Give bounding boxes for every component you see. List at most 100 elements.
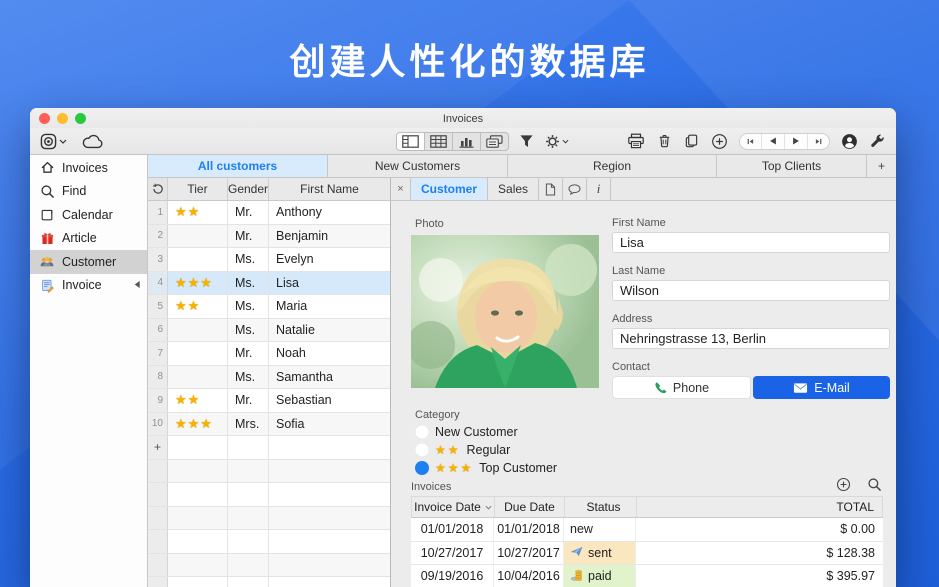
tier-cell[interactable]: ★★ xyxy=(168,389,228,412)
next-record-button[interactable] xyxy=(785,134,808,149)
first-record-button[interactable] xyxy=(740,134,762,149)
print-button[interactable] xyxy=(626,132,646,150)
settings-gear-button[interactable] xyxy=(544,133,570,150)
tier-cell[interactable] xyxy=(168,342,228,365)
previous-record-button[interactable] xyxy=(762,134,785,149)
add-invoice-button[interactable] xyxy=(835,476,852,493)
detail-tab-customer[interactable]: Customer xyxy=(411,178,488,200)
first-name-cell[interactable]: Samantha xyxy=(269,366,390,389)
form-view-button[interactable] xyxy=(397,133,425,150)
sidebar-item-invoices[interactable]: Invoices xyxy=(30,156,147,180)
close-window-button[interactable] xyxy=(39,113,50,124)
customer-row-sofia[interactable]: 10★★★Mrs.Sofia xyxy=(148,413,390,437)
first-name-cell[interactable]: Evelyn xyxy=(269,248,390,271)
customer-row-sebastian[interactable]: 9★★Mr.Sebastian xyxy=(148,389,390,413)
tier-cell[interactable] xyxy=(168,248,228,271)
view-tab-region[interactable]: Region xyxy=(508,155,717,177)
customer-row-lisa[interactable]: 4★★★Ms.Lisa xyxy=(148,272,390,296)
tier-cell[interactable] xyxy=(168,366,228,389)
customer-row-natalie[interactable]: 6Ms.Natalie xyxy=(148,319,390,343)
category-option-new-customer[interactable]: New Customer xyxy=(415,423,557,441)
column-header-tier[interactable]: Tier xyxy=(168,178,228,200)
first-name-cell[interactable]: Lisa xyxy=(269,272,390,295)
invoice-column-header-total[interactable]: TOTAL xyxy=(637,497,882,517)
account-button[interactable] xyxy=(840,132,859,151)
comments-tab[interactable] xyxy=(563,178,587,200)
first-name-cell[interactable]: Noah xyxy=(269,342,390,365)
gender-cell[interactable]: Ms. xyxy=(228,248,269,271)
tier-cell[interactable]: ★★★ xyxy=(168,272,228,295)
gender-cell[interactable]: Ms. xyxy=(228,295,269,318)
customer-photo[interactable] xyxy=(411,235,599,388)
database-menu-button[interactable] xyxy=(39,132,68,151)
chart-view-button[interactable] xyxy=(453,133,481,150)
email-button[interactable]: E-Mail xyxy=(753,376,890,399)
first-name-cell[interactable]: Anthony xyxy=(269,201,390,224)
print-layout-view-button[interactable] xyxy=(481,133,508,150)
customer-row-noah[interactable]: 7Mr.Noah xyxy=(148,342,390,366)
first-name-cell[interactable]: Natalie xyxy=(269,319,390,342)
view-tab-all-customers[interactable]: All customers xyxy=(148,155,328,177)
table-view-button[interactable] xyxy=(425,133,453,150)
search-invoices-button[interactable] xyxy=(866,476,883,493)
customer-row-benjamin[interactable]: 2Mr.Benjamin xyxy=(148,225,390,249)
gender-cell[interactable]: Ms. xyxy=(228,319,269,342)
radio-icon[interactable] xyxy=(415,443,429,457)
radio-icon[interactable] xyxy=(415,425,429,439)
delete-record-button[interactable] xyxy=(656,132,673,150)
detail-tab-sales[interactable]: Sales xyxy=(488,178,539,200)
first-name-cell[interactable]: Maria xyxy=(269,295,390,318)
invoice-row[interactable]: 10/27/201710/27/2017sent$ 128.38 xyxy=(411,542,883,566)
tools-button[interactable] xyxy=(869,133,886,150)
filter-button[interactable] xyxy=(518,133,535,150)
sidebar-item-article[interactable]: Article xyxy=(30,227,147,251)
column-header-gender[interactable]: Gender xyxy=(228,178,269,200)
first-name-cell[interactable]: Sofia xyxy=(269,413,390,436)
duplicate-record-button[interactable] xyxy=(683,132,700,150)
collapse-arrow-icon[interactable] xyxy=(133,280,141,291)
add-view-tab[interactable]: + xyxy=(867,155,896,177)
cloud-sync-button[interactable] xyxy=(80,133,106,150)
refresh-cell[interactable] xyxy=(148,178,168,200)
column-header-first-name[interactable]: First Name xyxy=(269,178,390,200)
first-name-input[interactable] xyxy=(612,232,890,253)
sidebar-item-customer[interactable]: Customer xyxy=(30,250,147,274)
customer-row-maria[interactable]: 5★★Ms.Maria xyxy=(148,295,390,319)
sidebar-item-invoice[interactable]: Invoice xyxy=(30,274,147,298)
tier-cell[interactable] xyxy=(168,319,228,342)
address-input[interactable] xyxy=(612,328,890,349)
customer-row-anthony[interactable]: 1★★Mr.Anthony xyxy=(148,201,390,225)
minimize-window-button[interactable] xyxy=(57,113,68,124)
first-name-cell[interactable]: Benjamin xyxy=(269,225,390,248)
detail-close-tab[interactable]: × xyxy=(391,178,411,200)
gender-cell[interactable]: Mrs. xyxy=(228,413,269,436)
first-name-cell[interactable]: Sebastian xyxy=(269,389,390,412)
invoice-row[interactable]: 01/01/201801/01/2018new$ 0.00 xyxy=(411,518,883,542)
category-option-regular[interactable]: ★★Regular xyxy=(415,441,557,459)
last-name-input[interactable] xyxy=(612,280,890,301)
add-row[interactable]: + xyxy=(148,436,390,460)
invoice-column-header-invoice-date[interactable]: Invoice Date xyxy=(412,497,495,517)
customer-row-evelyn[interactable]: 3Ms.Evelyn xyxy=(148,248,390,272)
last-record-button[interactable] xyxy=(808,134,829,149)
tier-cell[interactable] xyxy=(168,225,228,248)
fullscreen-window-button[interactable] xyxy=(75,113,86,124)
view-tab-top-clients[interactable]: Top Clients xyxy=(717,155,867,177)
invoice-column-header-status[interactable]: Status xyxy=(565,497,637,517)
gender-cell[interactable]: Mr. xyxy=(228,342,269,365)
info-tab[interactable]: i xyxy=(587,178,611,200)
invoice-column-header-due-date[interactable]: Due Date xyxy=(495,497,565,517)
add-record-button[interactable] xyxy=(710,132,729,151)
gender-cell[interactable]: Mr. xyxy=(228,201,269,224)
document-tab[interactable] xyxy=(539,178,563,200)
gender-cell[interactable]: Ms. xyxy=(228,366,269,389)
gender-cell[interactable]: Ms. xyxy=(228,272,269,295)
invoice-row[interactable]: 09/19/201610/04/2016paid$ 395.97 xyxy=(411,565,883,587)
view-tab-new-customers[interactable]: New Customers xyxy=(328,155,508,177)
gender-cell[interactable]: Mr. xyxy=(228,389,269,412)
add-row-button[interactable]: + xyxy=(148,436,168,459)
sidebar-item-find[interactable]: Find xyxy=(30,180,147,204)
phone-button[interactable]: Phone xyxy=(612,376,751,399)
sidebar-item-calendar[interactable]: Calendar xyxy=(30,203,147,227)
gender-cell[interactable]: Mr. xyxy=(228,225,269,248)
